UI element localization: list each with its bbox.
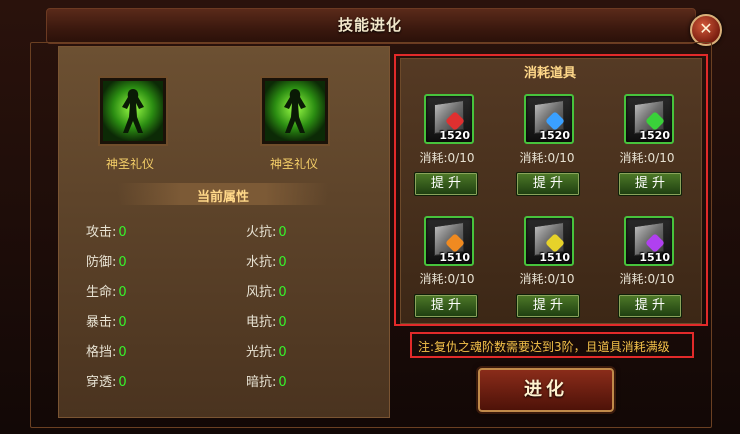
consume-text: 消耗:0/10: [519, 151, 575, 165]
consume-text: 消耗:0/10: [619, 272, 675, 286]
attr-light-resist: 光抗: 0: [246, 345, 287, 360]
item-slot-yellow[interactable]: 1510: [524, 216, 574, 266]
window-title: 技能进化: [337, 16, 402, 34]
upgrade-button[interactable]: 提 升: [414, 172, 478, 196]
attr-wind-resist: 风抗: 0: [246, 285, 287, 300]
skill-evolution-window: 技能进化 ✕ 神圣礼仪 神圣礼仪 当前属性 攻击: 0 火抗: 0 防御: 0 水抗:…: [0, 0, 740, 434]
requirement-note: 注:复仇之魂阶数需要达到3阶，且道具消耗满级: [410, 332, 694, 358]
close-icon: ✕: [699, 19, 713, 38]
item-slot-green[interactable]: 1520: [624, 94, 674, 144]
item-count: 1520: [539, 129, 570, 142]
upgrade-button[interactable]: 提 升: [516, 172, 580, 196]
silhouette-icon: [122, 89, 144, 133]
attr-fire-resist: 火抗: 0: [246, 225, 287, 240]
attr-attack: 攻击: 0: [86, 225, 127, 240]
attr-block: 格挡: 0: [86, 345, 127, 360]
next-skill-label: 神圣礼仪: [269, 157, 318, 171]
attr-penetration: 穿透: 0: [86, 375, 127, 390]
evolve-button[interactable]: 进化: [478, 368, 614, 412]
item-slot-blue[interactable]: 1520: [524, 94, 574, 144]
item-slot-red[interactable]: 1520: [424, 94, 474, 144]
consume-text: 消耗:0/10: [619, 151, 675, 165]
current-skill-icon[interactable]: [100, 78, 166, 144]
item-slot-purple[interactable]: 1510: [624, 216, 674, 266]
item-count: 1520: [439, 129, 470, 142]
silhouette-icon: [284, 89, 306, 133]
attr-crit: 暴击: 0: [86, 315, 127, 330]
current-skill-label: 神圣礼仪: [105, 157, 154, 171]
attr-hp: 生命: 0: [86, 285, 127, 300]
next-skill-icon[interactable]: [262, 78, 328, 144]
consume-text: 消耗:0/10: [419, 272, 475, 286]
attr-water-resist: 水抗: 0: [246, 255, 287, 270]
attributes-header: 当前属性: [118, 183, 328, 205]
attr-dark-resist: 暗抗: 0: [246, 375, 287, 390]
item-count: 1510: [539, 251, 570, 264]
attr-electric-resist: 电抗: 0: [246, 315, 287, 330]
upgrade-button[interactable]: 提 升: [414, 294, 478, 318]
attr-defense: 防御: 0: [86, 255, 127, 270]
attributes-title: 当前属性: [196, 190, 249, 205]
upgrade-button[interactable]: 提 升: [618, 172, 682, 196]
item-count: 1510: [439, 251, 470, 264]
item-count: 1520: [639, 129, 670, 142]
consume-text: 消耗:0/10: [419, 151, 475, 165]
item-count: 1510: [639, 251, 670, 264]
item-slot-orange[interactable]: 1510: [424, 216, 474, 266]
upgrade-button[interactable]: 提 升: [516, 294, 580, 318]
consume-text: 消耗:0/10: [519, 272, 575, 286]
upgrade-button[interactable]: 提 升: [618, 294, 682, 318]
consumables-title: 消耗道具: [523, 66, 576, 81]
